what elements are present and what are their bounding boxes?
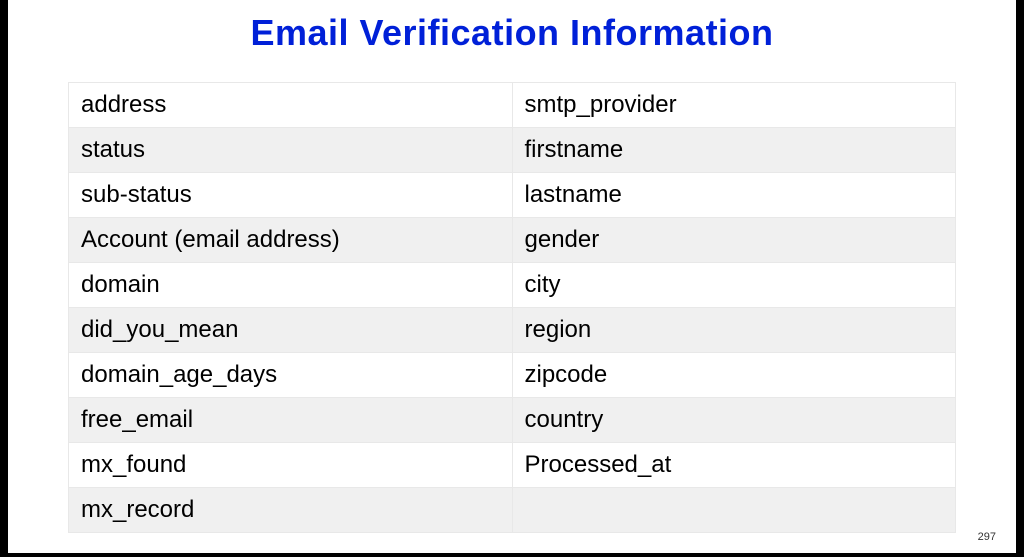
table-cell: domain_age_days (69, 353, 513, 398)
table-row: mx_found Processed_at (69, 443, 956, 488)
table-row: did_you_mean region (69, 308, 956, 353)
table-cell (512, 488, 956, 533)
table-cell: gender (512, 218, 956, 263)
page-number: 297 (978, 531, 996, 543)
table-row: free_email country (69, 398, 956, 443)
table-cell: mx_record (69, 488, 513, 533)
table-row: address smtp_provider (69, 83, 956, 128)
table-cell: firstname (512, 128, 956, 173)
table-cell: mx_found (69, 443, 513, 488)
table-cell: Processed_at (512, 443, 956, 488)
table-cell: sub-status (69, 173, 513, 218)
table-cell: smtp_provider (512, 83, 956, 128)
table-cell: status (69, 128, 513, 173)
table-cell: did_you_mean (69, 308, 513, 353)
table-row: Account (email address) gender (69, 218, 956, 263)
table-cell: zipcode (512, 353, 956, 398)
table-cell: city (512, 263, 956, 308)
table-cell: lastname (512, 173, 956, 218)
table-row: domain_age_days zipcode (69, 353, 956, 398)
table-row: status firstname (69, 128, 956, 173)
table-cell: domain (69, 263, 513, 308)
table-row: mx_record (69, 488, 956, 533)
table-cell: region (512, 308, 956, 353)
table-cell: country (512, 398, 956, 443)
slide-content: Email Verification Information address s… (8, 0, 1016, 533)
table-row: domain city (69, 263, 956, 308)
table-cell: Account (email address) (69, 218, 513, 263)
table-cell: address (69, 83, 513, 128)
page-title: Email Verification Information (68, 12, 956, 54)
verification-fields-table: address smtp_provider status firstname s… (68, 82, 956, 533)
table-cell: free_email (69, 398, 513, 443)
table-row: sub-status lastname (69, 173, 956, 218)
